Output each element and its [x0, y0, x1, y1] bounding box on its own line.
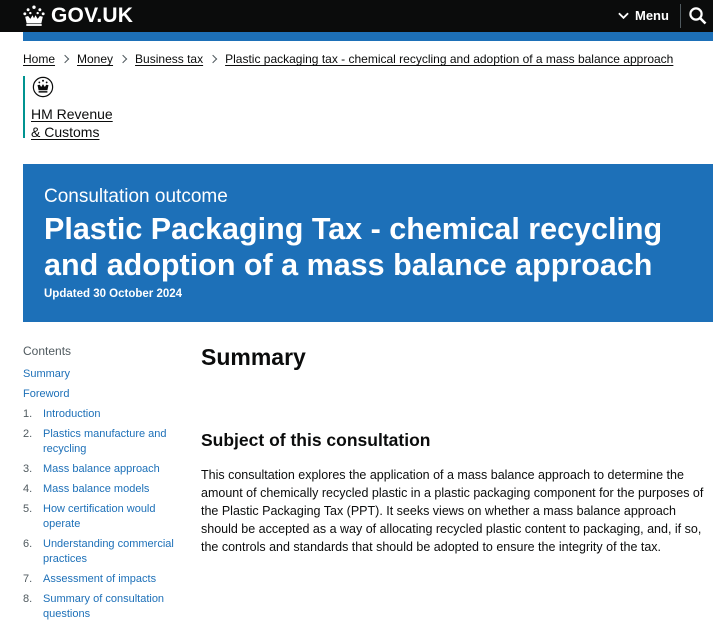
contents-link[interactable]: Summary — [23, 367, 70, 382]
menu-button-label: Menu — [635, 8, 669, 23]
contents-link[interactable]: Introduction — [43, 407, 100, 422]
chevron-right-icon — [60, 54, 70, 64]
contents-link[interactable]: How certification would operate — [43, 502, 183, 532]
updated-date: Updated 30 October 2024 — [44, 288, 183, 300]
subject-paragraph: This consultation explores the applicati… — [201, 468, 704, 554]
main-content: Summary Subject of this consultation Thi… — [201, 343, 713, 556]
govuk-logotype: GOV.UK — [51, 4, 134, 27]
breadcrumb: Home Money Business tax Plastic packagin… — [23, 52, 673, 66]
contents-item-assessment-of-impacts[interactable]: 7. Assessment of impacts — [23, 572, 183, 587]
chevron-down-icon — [618, 12, 629, 19]
search-button[interactable] — [688, 6, 708, 26]
contents-link[interactable]: Mass balance models — [43, 482, 149, 497]
contents-link[interactable]: Mass balance approach — [43, 462, 160, 477]
contents-item-plastics-manufacture[interactable]: 2. Plastics manufacture and recycling — [23, 427, 183, 457]
contents-heading: Contents — [23, 344, 72, 358]
govuk-header: GOV.UK Menu — [0, 0, 713, 32]
document-type: Consultation outcome — [44, 186, 228, 207]
contents-number: 4. — [23, 483, 33, 495]
contents-item-mass-balance-approach[interactable]: 3. Mass balance approach — [23, 462, 183, 477]
organisation-name-line2[interactable]: & Customs — [31, 123, 143, 141]
page-title: Plastic Packaging Tax - chemical recycli… — [44, 212, 663, 282]
breadcrumb-current-page[interactable]: Plastic packaging tax - chemical recycli… — [225, 52, 673, 66]
contents-item-commercial-practices[interactable]: 6. Understanding commercial practices — [23, 537, 183, 567]
contents-item-certification[interactable]: 5. How certification would operate — [23, 502, 183, 532]
contents-item-summary[interactable]: Summary — [23, 367, 183, 382]
contents-number: 1. — [23, 408, 33, 420]
contents-number: 8. — [23, 593, 33, 605]
breadcrumb-money[interactable]: Money — [77, 52, 113, 66]
contents-item-foreword[interactable]: Foreword — [23, 387, 183, 402]
contents-list: Contents Summary Foreword 1. Introduction… — [23, 344, 183, 627]
summary-heading: Summary — [201, 344, 306, 370]
contents-number: 2. — [23, 428, 33, 440]
menu-button[interactable]: Menu — [618, 8, 669, 23]
header-divider — [680, 4, 681, 28]
contents-link[interactable]: Foreword — [23, 387, 69, 402]
contents-number: 6. — [23, 538, 33, 550]
crown-icon — [23, 5, 45, 26]
govuk-homepage-link[interactable]: GOV.UK — [22, 4, 133, 28]
search-icon — [689, 7, 707, 25]
contents-number: 5. — [23, 503, 33, 515]
contents-number: 7. — [23, 573, 33, 585]
chevron-right-icon — [208, 54, 218, 64]
contents-link[interactable]: Understanding commercial practices — [43, 537, 183, 567]
contents-item-summary-of-questions[interactable]: 8. Summary of consultation questions — [23, 592, 183, 622]
contents-link[interactable]: Assessment of impacts — [43, 572, 156, 587]
royal-crest-icon — [32, 76, 54, 98]
organisation-logo[interactable]: HM Revenue & Customs — [23, 76, 143, 141]
contents-item-introduction[interactable]: 1. Introduction — [23, 407, 183, 422]
contents-link[interactable]: Plastics manufacture and recycling — [43, 427, 183, 457]
organisation-name-line1[interactable]: HM Revenue — [31, 105, 143, 123]
chevron-right-icon — [118, 54, 128, 64]
title-banner: Consultation outcome Plastic Packaging T… — [23, 164, 713, 322]
header-blue-strip — [23, 32, 713, 41]
breadcrumb-business-tax[interactable]: Business tax — [135, 52, 203, 66]
contents-link[interactable]: Summary of consultation questions — [43, 592, 183, 622]
subject-heading: Subject of this consultation — [201, 430, 431, 450]
breadcrumb-home[interactable]: Home — [23, 52, 55, 66]
contents-item-mass-balance-models[interactable]: 4. Mass balance models — [23, 482, 183, 497]
contents-number: 3. — [23, 463, 33, 475]
